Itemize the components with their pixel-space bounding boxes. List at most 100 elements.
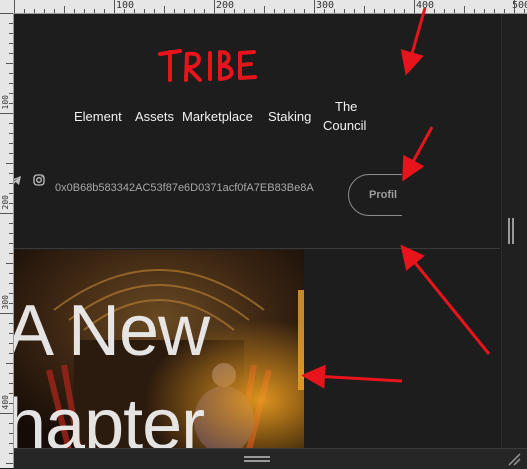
ruler-label: 200 [216, 0, 235, 11]
telegram-icon[interactable] [14, 174, 22, 189]
ruler-tick [64, 6, 65, 13]
ruler-tick [9, 423, 13, 424]
ruler-tick [9, 133, 13, 134]
resize-handle-icon[interactable] [505, 450, 521, 466]
nav-item-the-council-line2[interactable]: Council [323, 118, 366, 133]
site-header: Element Assets Marketplace Staking The C… [14, 14, 500, 249]
horizontal-scroll-grip-icon[interactable] [244, 456, 270, 462]
ruler-tick [504, 9, 505, 13]
ruler-tick [44, 9, 45, 13]
tribe-logo[interactable] [158, 46, 258, 86]
ruler-tick [9, 383, 13, 384]
ruler-tick [104, 9, 105, 13]
ruler-tick [34, 9, 35, 13]
ruler-tick [9, 223, 13, 224]
ruler-tick [24, 9, 25, 13]
nav-item-the-council-line1[interactable]: The [335, 99, 357, 114]
ruler-label: 300 [316, 0, 335, 11]
ruler-tick [9, 153, 13, 154]
ruler-tick [454, 9, 455, 13]
ruler-tick [9, 273, 13, 274]
ruler-tick [9, 43, 13, 44]
ruler-tick [9, 243, 13, 244]
nav-item-staking[interactable]: Staking [268, 109, 311, 124]
ruler-tick [194, 9, 195, 13]
ruler-tick [434, 9, 435, 13]
ruler-tick [494, 9, 495, 13]
ruler-tick [9, 343, 13, 344]
ruler-tick [274, 9, 275, 13]
ruler-tick [374, 9, 375, 13]
ruler-tick [9, 53, 13, 54]
ruler-tick [6, 363, 13, 364]
ruler-tick [224, 9, 225, 13]
ruler-tick [6, 263, 13, 264]
ruler-tick [344, 9, 345, 13]
ruler-tick [9, 203, 13, 204]
ruler-tick [244, 9, 245, 13]
vertical-scrollbar[interactable] [501, 14, 527, 448]
ruler-tick [6, 463, 13, 464]
nav-item-marketplace[interactable]: Marketplace [182, 109, 253, 124]
ruler-tick [264, 6, 265, 13]
ruler-tick [9, 33, 13, 34]
ruler-tick [9, 323, 13, 324]
ruler-tick [404, 9, 405, 13]
ruler-tick [424, 9, 425, 13]
ruler-tick [0, 313, 13, 314]
ruler-tick [9, 83, 13, 84]
ruler-tick [6, 163, 13, 164]
ruler-tick [0, 13, 13, 14]
vertical-scroll-grip-icon[interactable] [508, 218, 514, 244]
page-viewport: Element Assets Marketplace Staking The C… [14, 14, 500, 448]
ruler-tick [0, 113, 13, 114]
ruler-tick [9, 23, 13, 24]
ruler-tick [9, 93, 13, 94]
ruler-tick [144, 9, 145, 13]
ruler-tick [9, 453, 13, 454]
ruler-tick [9, 293, 13, 294]
hero-banner: A New hapter [14, 250, 304, 448]
wallet-address: 0x0B68b583342AC53f87e6D0371acf0fA7EB83Be… [55, 182, 314, 194]
ruler-tick [0, 413, 13, 414]
ruler-tick [474, 9, 475, 13]
ruler-tick [464, 6, 465, 13]
ruler-tick [204, 9, 205, 13]
ruler-tick [9, 333, 13, 334]
ruler-tick [84, 9, 85, 13]
ruler-tick [514, 0, 515, 13]
ruler-tick [94, 9, 95, 13]
ruler-tick [354, 9, 355, 13]
ruler-tick [394, 9, 395, 13]
ruler-tick [364, 6, 365, 13]
ruler-tick [164, 6, 165, 13]
nav-item-element[interactable]: Element [74, 109, 122, 124]
ruler-tick [184, 9, 185, 13]
ruler-tick [414, 0, 415, 13]
ruler-tick [114, 0, 115, 13]
instagram-icon[interactable] [33, 174, 45, 189]
ruler-tick [9, 233, 13, 234]
ruler-tick [214, 0, 215, 13]
ruler-tick [6, 63, 13, 64]
ruler-tick [9, 193, 13, 194]
ruler-tick [9, 103, 13, 104]
ruler-tick [9, 373, 13, 374]
ruler-tick [9, 353, 13, 354]
ruler-tick [9, 143, 13, 144]
ruler-tick [9, 183, 13, 184]
ruler-tick [74, 9, 75, 13]
ruler-tick [9, 123, 13, 124]
ruler-tick [0, 213, 13, 214]
nav-item-assets[interactable]: Assets [135, 109, 174, 124]
ruler-tick [524, 9, 525, 13]
ruler-label: 100 [116, 0, 135, 11]
ruler-tick [9, 443, 13, 444]
ruler-tick [9, 433, 13, 434]
ruler-tick [14, 0, 15, 13]
ruler-tick [384, 9, 385, 13]
ruler-tick [9, 253, 13, 254]
horizontal-scrollbar[interactable] [14, 448, 527, 469]
ruler-tick [314, 0, 315, 13]
ruler-tick [9, 283, 13, 284]
